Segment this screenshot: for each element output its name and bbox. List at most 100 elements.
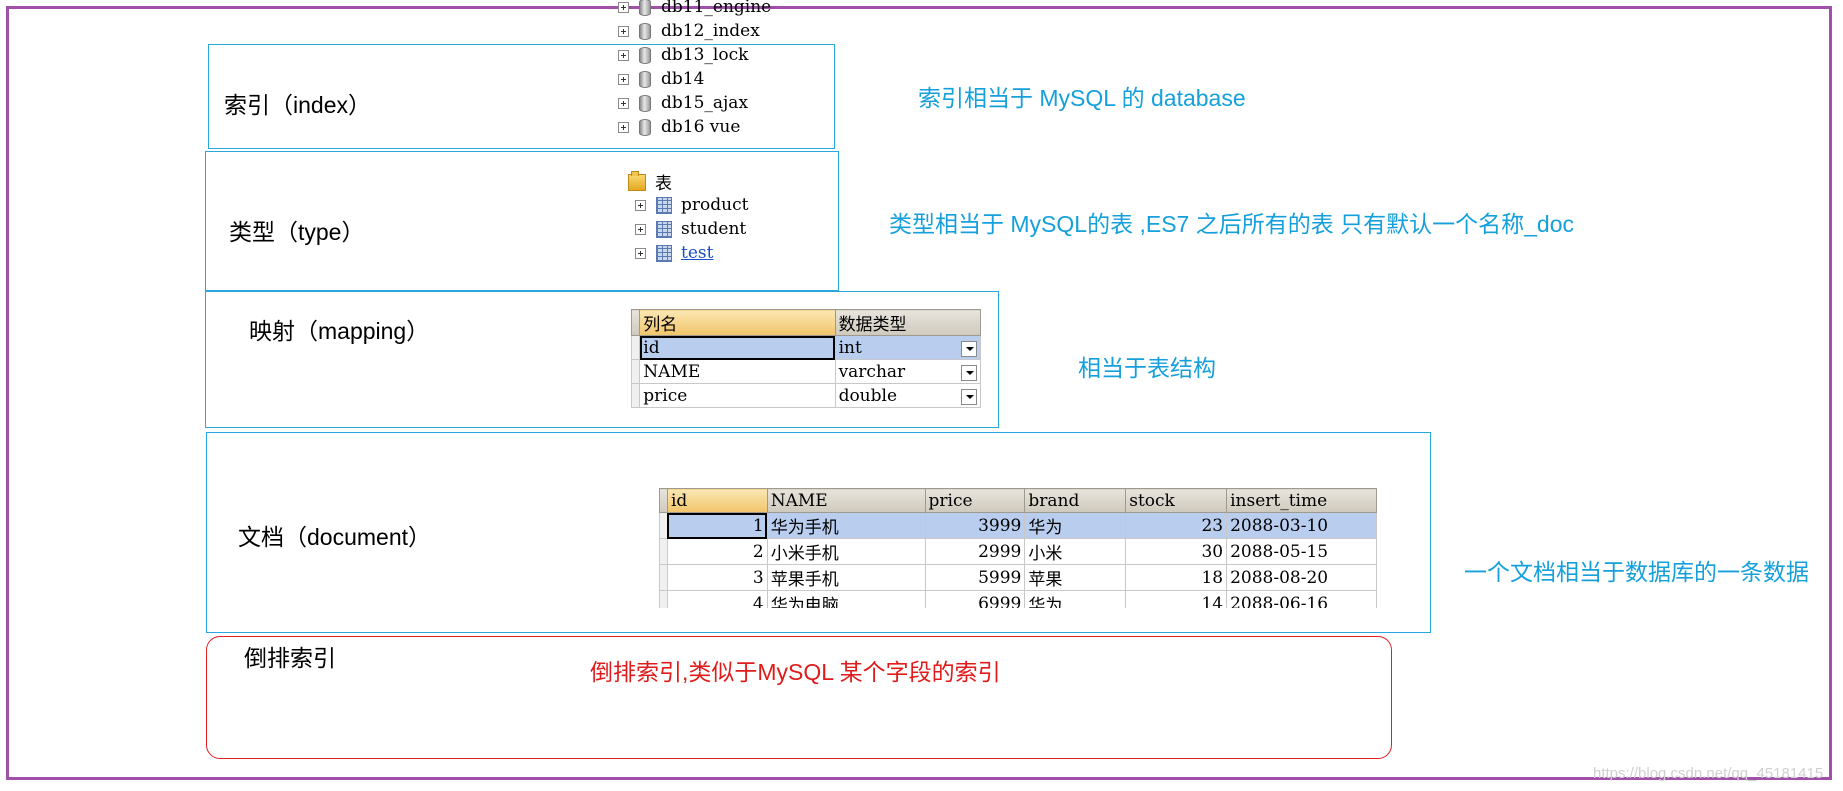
table-icon — [656, 244, 672, 262]
tree-folder-tables[interactable]: 表 — [628, 169, 672, 194]
cell-insert-time[interactable]: 2088-08-20 — [1226, 564, 1377, 591]
row-gutter[interactable] — [630, 335, 641, 360]
row-gutter[interactable] — [659, 512, 668, 539]
database-icon — [639, 22, 651, 40]
expand-icon[interactable] — [618, 25, 629, 37]
expand-icon[interactable] — [635, 223, 646, 235]
table-icon — [656, 220, 672, 238]
cell-stock[interactable]: 30 — [1125, 538, 1228, 565]
table-row[interactable]: 2 小米手机 2999 小米 30 2088-05-15 — [659, 538, 1377, 565]
tree-item-db14[interactable]: db14 — [618, 67, 704, 91]
row-gutter[interactable] — [630, 359, 641, 384]
cell-price[interactable]: 2999 — [924, 538, 1026, 565]
cell-data-type[interactable]: double — [834, 383, 982, 408]
mapping-note: 相当于表结构 — [1078, 355, 1216, 381]
database-icon — [639, 70, 651, 88]
column-header-type[interactable]: 数据类型 — [834, 309, 982, 336]
cell-price[interactable]: 3999 — [924, 512, 1026, 539]
dropdown-arrow-icon[interactable] — [961, 340, 977, 357]
column-header-name[interactable]: NAME — [766, 488, 926, 513]
inverted-index-label: 倒排索引 — [244, 645, 336, 671]
cell-stock[interactable]: 14 — [1125, 590, 1228, 608]
column-header-brand[interactable]: brand — [1024, 488, 1127, 513]
expand-icon[interactable] — [635, 199, 646, 211]
cell-insert-time[interactable]: 2088-05-15 — [1226, 538, 1377, 565]
cell-id[interactable]: 2 — [666, 538, 768, 565]
cell-brand[interactable]: 华为 — [1024, 512, 1127, 539]
column-header-stock[interactable]: stock — [1125, 488, 1228, 513]
cell-id[interactable]: 3 — [666, 564, 768, 591]
dropdown-arrow-icon[interactable] — [961, 388, 977, 405]
cell-id[interactable]: 1 — [666, 512, 768, 539]
row-gutter[interactable] — [630, 383, 641, 408]
cell-price[interactable]: 5999 — [924, 564, 1026, 591]
column-header-price[interactable]: price — [924, 488, 1026, 513]
column-header-insert-time[interactable]: insert_time — [1226, 488, 1377, 513]
tree-item-db11[interactable]: db11_engine — [618, 0, 771, 19]
cell-column-name[interactable]: price — [639, 383, 836, 408]
database-icon — [639, 94, 651, 112]
table-row[interactable]: 3 苹果手机 5999 苹果 18 2088-08-20 — [659, 564, 1377, 591]
cell-insert-time[interactable]: 2088-03-10 — [1226, 512, 1377, 539]
tree-item-db12[interactable]: db12_index — [618, 19, 760, 43]
cell-brand[interactable]: 小米 — [1024, 538, 1127, 565]
cell-data-type[interactable]: varchar — [834, 359, 982, 384]
tree-item-student[interactable]: student — [635, 217, 746, 241]
tree-item-test[interactable]: test — [635, 241, 713, 265]
mapping-grid: 列名 数据类型 id int NAME varchar price double — [630, 309, 982, 408]
expand-icon[interactable] — [618, 49, 629, 61]
cell-name[interactable]: 华为电脑 — [766, 590, 926, 608]
document-grid: id NAME price brand stock insert_time 1 … — [659, 488, 1377, 608]
table-row[interactable]: price double — [630, 383, 982, 408]
row-gutter[interactable] — [659, 590, 668, 608]
folder-icon — [628, 170, 647, 192]
database-icon — [639, 0, 651, 16]
database-icon — [639, 46, 651, 64]
cell-id[interactable]: 4 — [666, 590, 768, 608]
document-note: 一个文档相当于数据库的一条数据 — [1464, 559, 1809, 585]
document-grid-viewport: id NAME price brand stock insert_time 1 … — [659, 488, 1377, 608]
watermark: https://blog.csdn.net/qq_45181415 — [1593, 765, 1824, 782]
cell-brand[interactable]: 华为 — [1024, 590, 1127, 608]
mapping-grid-header: 列名 数据类型 — [630, 309, 982, 336]
type-label: 类型（type） — [229, 219, 365, 245]
expand-icon[interactable] — [618, 121, 629, 133]
expand-icon[interactable] — [618, 73, 629, 85]
cell-column-name[interactable]: id — [639, 335, 836, 360]
row-gutter[interactable] — [659, 538, 668, 565]
type-note: 类型相当于 MySQL的表 ,ES7 之后所有的表 只有默认一个名称_doc — [889, 211, 1574, 237]
cell-name[interactable]: 苹果手机 — [766, 564, 926, 591]
expand-icon[interactable] — [618, 97, 629, 109]
mapping-label: 映射（mapping） — [249, 318, 430, 344]
table-row[interactable]: NAME varchar — [630, 359, 982, 384]
document-label: 文档（document） — [238, 524, 432, 550]
column-header-name[interactable]: 列名 — [639, 309, 836, 336]
database-tree: db11_engine db12_index db13_lock db14 db… — [618, 0, 818, 137]
column-header-id[interactable]: id — [666, 488, 768, 513]
tree-item-product[interactable]: product — [635, 193, 748, 217]
table-row[interactable]: 1 华为手机 3999 华为 23 2088-03-10 — [659, 512, 1377, 539]
cell-stock[interactable]: 18 — [1125, 564, 1228, 591]
cell-name[interactable]: 小米手机 — [766, 538, 926, 565]
index-label: 索引（index） — [224, 92, 371, 118]
tree-item-db16[interactable]: db16 vue — [618, 115, 740, 139]
cell-name[interactable]: 华为手机 — [766, 512, 926, 539]
table-tree: 表 product student test — [628, 169, 828, 269]
table-row[interactable]: id int — [630, 335, 982, 360]
row-gutter[interactable] — [659, 564, 668, 591]
row-gutter — [630, 309, 641, 336]
cell-data-type[interactable]: int — [834, 335, 982, 360]
expand-icon[interactable] — [635, 247, 646, 259]
table-row[interactable]: 4 华为电脑 6999 华为 14 2088-06-16 — [659, 590, 1377, 608]
table-icon — [656, 196, 672, 214]
cell-stock[interactable]: 23 — [1125, 512, 1228, 539]
tree-item-db15[interactable]: db15_ajax — [618, 91, 748, 115]
tree-item-db13[interactable]: db13_lock — [618, 43, 748, 67]
cell-insert-time[interactable]: 2088-06-16 — [1226, 590, 1377, 608]
cell-column-name[interactable]: NAME — [639, 359, 836, 384]
expand-icon[interactable] — [618, 1, 629, 13]
cell-price[interactable]: 6999 — [924, 590, 1026, 608]
document-grid-header: id NAME price brand stock insert_time — [659, 488, 1377, 513]
cell-brand[interactable]: 苹果 — [1024, 564, 1127, 591]
dropdown-arrow-icon[interactable] — [961, 364, 977, 381]
